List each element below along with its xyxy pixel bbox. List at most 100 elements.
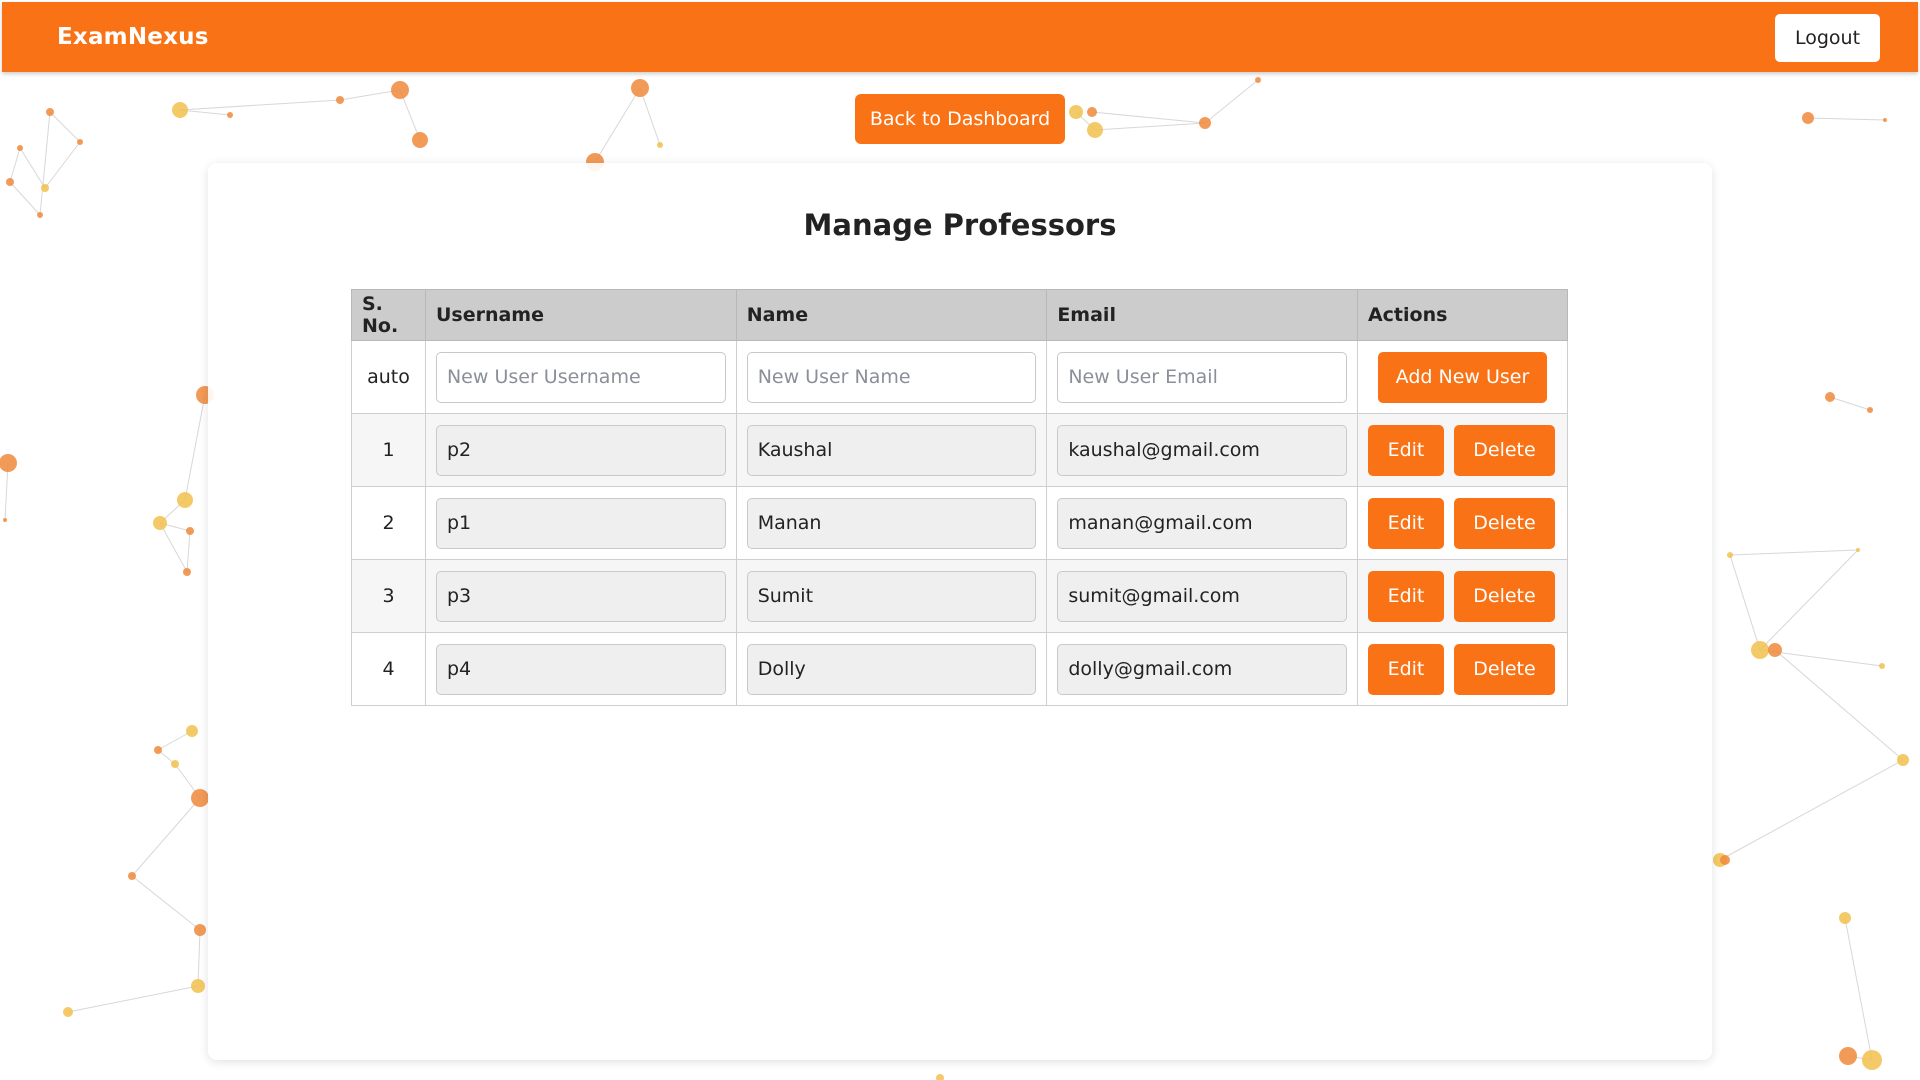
new-user-actions-cell: Add New User — [1356, 340, 1569, 414]
network-node — [1839, 912, 1851, 924]
table-row: 1 Edit Delete — [351, 413, 1569, 487]
network-node — [1802, 112, 1814, 124]
network-node — [1727, 552, 1733, 558]
network-link — [9, 181, 41, 216]
column-header-email: Email — [1046, 289, 1358, 341]
network-node — [1069, 105, 1083, 119]
network-node — [936, 1074, 944, 1080]
network-link — [44, 141, 81, 189]
network-link — [19, 147, 46, 189]
username-field[interactable] — [435, 643, 726, 695]
network-link — [1091, 111, 1206, 124]
delete-button[interactable]: Delete — [1453, 570, 1555, 622]
delete-button[interactable]: Delete — [1453, 424, 1555, 476]
username-field[interactable] — [435, 424, 726, 476]
network-link — [1204, 79, 1259, 124]
new-user-username-cell — [424, 340, 737, 414]
network-node — [336, 96, 344, 104]
network-node — [186, 527, 194, 535]
network-link — [197, 929, 201, 987]
name-field[interactable] — [746, 424, 1037, 476]
table-header-row: S. No. Username Name Email Actions — [351, 289, 1569, 341]
network-link — [1729, 554, 1761, 651]
network-node — [1255, 77, 1261, 83]
new-user-sno: auto — [351, 340, 426, 414]
table-row: 4 Edit Delete — [351, 632, 1569, 706]
network-link — [1719, 759, 1904, 861]
delete-button[interactable]: Delete — [1453, 643, 1555, 695]
username-field[interactable] — [435, 497, 726, 549]
table-row: 3 Edit Delete — [351, 559, 1569, 633]
email-field[interactable] — [1057, 643, 1347, 695]
network-node — [1087, 107, 1097, 117]
edit-button[interactable]: Edit — [1367, 570, 1444, 622]
email-field[interactable] — [1057, 497, 1347, 549]
network-link — [339, 89, 401, 101]
table-row: 2 Edit Delete — [351, 486, 1569, 560]
network-node — [183, 568, 191, 576]
row-sno: 3 — [351, 559, 426, 633]
edit-button[interactable]: Edit — [1367, 497, 1444, 549]
network-link — [67, 985, 199, 1013]
network-node — [194, 924, 206, 936]
network-node — [191, 789, 209, 807]
network-node — [0, 454, 17, 472]
network-node — [1751, 641, 1769, 659]
edit-button[interactable]: Edit — [1367, 424, 1444, 476]
username-field[interactable] — [435, 570, 726, 622]
manage-professors-card: Manage Professors S. No. Username Name E… — [208, 163, 1712, 1060]
network-node — [77, 139, 83, 145]
email-field[interactable] — [1057, 424, 1347, 476]
network-link — [1729, 549, 1859, 556]
network-link — [1759, 549, 1859, 651]
network-node — [1856, 548, 1860, 552]
new-user-name-cell — [735, 340, 1048, 414]
network-node — [1839, 1047, 1857, 1065]
name-field[interactable] — [746, 497, 1037, 549]
network-link — [1829, 396, 1871, 411]
network-node — [177, 492, 193, 508]
email-field[interactable] — [1057, 570, 1347, 622]
network-link — [184, 394, 206, 501]
network-node — [412, 132, 428, 148]
network-link — [131, 797, 201, 877]
delete-button[interactable]: Delete — [1453, 497, 1555, 549]
network-node — [63, 1007, 73, 1017]
network-node — [3, 518, 7, 522]
network-node — [1862, 1050, 1882, 1070]
network-node — [631, 79, 649, 97]
network-node — [191, 979, 205, 993]
network-node — [186, 725, 198, 737]
network-link — [131, 875, 201, 931]
new-user-email-cell — [1046, 340, 1358, 414]
network-link — [1094, 122, 1206, 131]
professors-table: S. No. Username Name Email Actions auto — [351, 289, 1569, 706]
network-node — [227, 112, 233, 118]
network-link — [39, 111, 51, 216]
network-node — [171, 760, 179, 768]
network-link — [1844, 917, 1873, 1061]
network-node — [153, 516, 167, 530]
add-new-user-button[interactable]: Add New User — [1377, 351, 1547, 403]
new-user-row: auto Add New User — [351, 340, 1569, 414]
logout-button[interactable]: Logout — [1775, 14, 1880, 62]
brand-logo-text: ExamNexus — [57, 24, 209, 50]
column-header-sno: S. No. — [351, 289, 426, 341]
network-node — [1879, 663, 1885, 669]
name-field[interactable] — [746, 570, 1037, 622]
network-link — [49, 111, 81, 143]
network-node — [6, 178, 14, 186]
back-to-dashboard-button[interactable]: Back to Dashboard — [855, 94, 1065, 144]
network-link — [594, 87, 641, 163]
network-node — [1897, 754, 1909, 766]
new-email-input[interactable] — [1057, 351, 1347, 403]
network-node — [391, 81, 409, 99]
new-name-input[interactable] — [746, 351, 1037, 403]
network-node — [128, 872, 136, 880]
edit-button[interactable]: Edit — [1367, 643, 1444, 695]
network-node — [1883, 118, 1887, 122]
network-node — [46, 108, 54, 116]
network-link — [186, 530, 191, 573]
name-field[interactable] — [746, 643, 1037, 695]
new-username-input[interactable] — [435, 351, 726, 403]
